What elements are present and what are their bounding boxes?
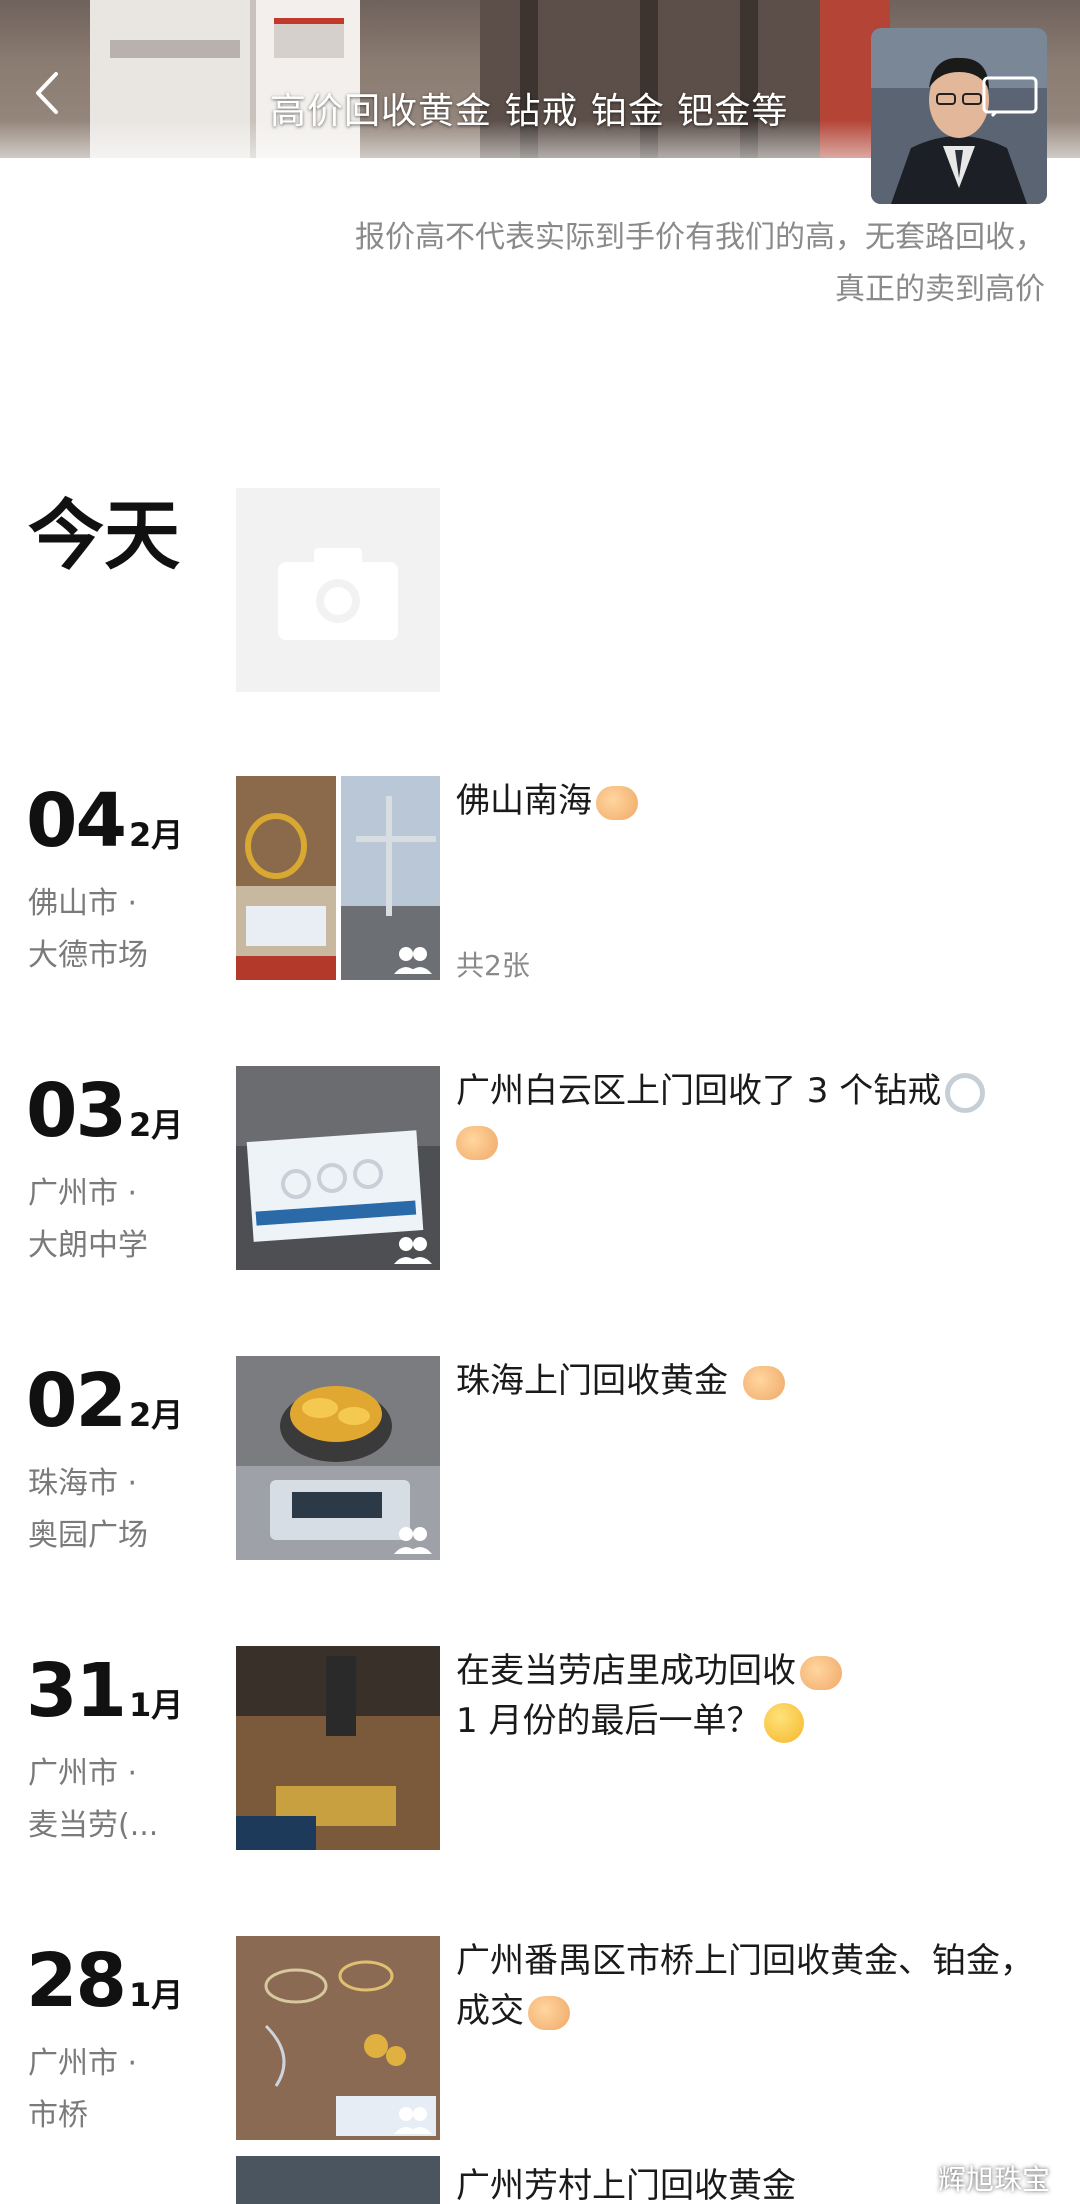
new-post-camera-button[interactable]	[236, 488, 440, 692]
feed-entry[interactable]: 31 1月 广州市 · 麦当劳(... 在麦当劳店里成功回收 1 月份的最后一单？	[0, 1646, 1080, 1876]
multiple-photos-icon	[394, 1527, 432, 1554]
entry-month: 2月	[128, 816, 184, 854]
entry-place: 大德市场	[28, 938, 148, 973]
entry-text-content: 广州白云区上门回收了 3 个钻戒	[456, 1071, 942, 1111]
entry-city: 珠海市 ·	[28, 1466, 138, 1501]
entry-place: 奥园广场	[28, 1518, 148, 1553]
entry-text: 广州白云区上门回收了 3 个钻戒	[456, 1066, 1056, 1166]
entry-text-content: 佛山南海	[456, 781, 592, 821]
multiple-photos-icon	[394, 1237, 432, 1264]
multiple-photos-icon	[394, 947, 432, 974]
entry-month: 1月	[128, 1686, 184, 1724]
entry-city: 广州市 ·	[28, 1176, 138, 1211]
entry-city: 广州市 ·	[28, 1756, 138, 1791]
photo-count: 共2张	[456, 949, 530, 982]
today-label: 今天	[28, 491, 180, 580]
entry-thumbnail[interactable]	[236, 1356, 440, 1560]
handshake-emoji-icon	[456, 1125, 498, 1160]
entry-day: 03	[26, 1068, 127, 1154]
entry-place: 市桥	[28, 2098, 88, 2133]
signature-line-1: 报价高不代表实际到手价有我们的高，无套路回收，	[355, 220, 1045, 255]
entry-thumbnail[interactable]	[236, 776, 440, 980]
handshake-emoji-icon	[742, 1365, 785, 1400]
feed-entry[interactable]: 28 1月 广州市 · 市桥 广州番禺区市桥上门回收黄金、铂金， 成交	[0, 1936, 1080, 2166]
handshake-emoji-icon	[596, 785, 638, 820]
entry-text: 在麦当劳店里成功回收 1 月份的最后一单？	[456, 1646, 1056, 1746]
next-entry-thumbnail[interactable]	[236, 2156, 440, 2204]
signature-line-2: 真正的卖到高价	[835, 272, 1045, 307]
entry-text-line-2: 成交	[456, 1991, 524, 2031]
entry-place: 大朗中学	[28, 1228, 148, 1263]
entry-text: 佛山南海	[456, 776, 1056, 826]
feed-entry[interactable]: 02 2月 珠海市 · 奥园广场 珠海上门回收黄金	[0, 1356, 1080, 1586]
entry-place: 麦当劳(...	[28, 1808, 159, 1843]
grinning-face-emoji-icon	[764, 1702, 805, 1743]
entry-day: 04	[26, 778, 127, 864]
watermark-text: 辉旭珠宝	[937, 2163, 1050, 2196]
entry-day: 02	[26, 1358, 127, 1444]
profile-signature: 报价高不代表实际到手价有我们的高，无套路回收， 真正的卖到高价	[240, 212, 1045, 316]
entry-text-line-1: 在麦当劳店里成功回收	[456, 1651, 796, 1691]
entry-text: 广州番禺区市桥上门回收黄金、铂金， 成交	[456, 1936, 1056, 2036]
entry-text: 珠海上门回收黄金	[456, 1356, 1056, 1406]
moments-page: 高价回收黄金 钻戒 铂金 钯金等 报价高不代表实际到手价有我们的高，无套路回收，…	[0, 0, 1080, 2204]
camera-icon[interactable]	[980, 72, 1040, 118]
entry-city: 广州市 ·	[28, 2046, 138, 2081]
entry-month: 2月	[128, 1396, 184, 1434]
camera-icon	[278, 548, 398, 640]
entry-text-line-2: 1 月份的最后一单？	[456, 1701, 761, 1741]
entry-date: 03 2月	[26, 1066, 183, 1156]
entry-text-content: 珠海上门回收黄金	[456, 1361, 739, 1401]
entry-date: 04 2月	[26, 776, 183, 866]
back-arrow-icon[interactable]	[30, 68, 66, 118]
cover-title: 高价回收黄金 钻戒 铂金 钯金等	[270, 91, 789, 132]
handshake-emoji-icon	[800, 1655, 842, 1690]
entry-city: 佛山市 ·	[28, 886, 138, 921]
feed-entry[interactable]: 04 2月 佛山市 · 大德市场 佛山南海 共2张	[0, 776, 1080, 1006]
entry-month: 2月	[128, 1106, 184, 1144]
entry-thumbnail[interactable]	[236, 1646, 440, 1850]
entry-text-line-1: 广州番禺区市桥上门回收黄金、铂金，	[456, 1941, 1034, 1981]
feed-entry[interactable]: 03 2月 广州市 · 大朗中学 广州白云区上门回收了 3 个钻戒	[0, 1066, 1080, 1296]
entry-month: 1月	[128, 1976, 184, 2014]
entry-day: 28	[26, 1938, 127, 2024]
entry-day: 31	[26, 1648, 127, 1734]
entry-date: 31 1月	[26, 1646, 183, 1736]
entry-date: 02 2月	[26, 1356, 183, 1446]
ring-emoji-icon	[945, 1072, 986, 1113]
wechat-logo-icon	[894, 2167, 932, 2194]
entry-thumbnail[interactable]	[236, 1066, 440, 1270]
handshake-emoji-icon	[528, 1995, 570, 2030]
entry-date: 28 1月	[26, 1936, 183, 2026]
multiple-photos-icon	[394, 2107, 432, 2134]
entry-thumbnail[interactable]	[236, 1936, 440, 2140]
next-entry-text: 广州芳村上门回收黄金	[456, 2166, 796, 2204]
thumbnail-image	[236, 1646, 440, 1850]
watermark: 辉旭珠宝	[894, 2158, 1050, 2198]
